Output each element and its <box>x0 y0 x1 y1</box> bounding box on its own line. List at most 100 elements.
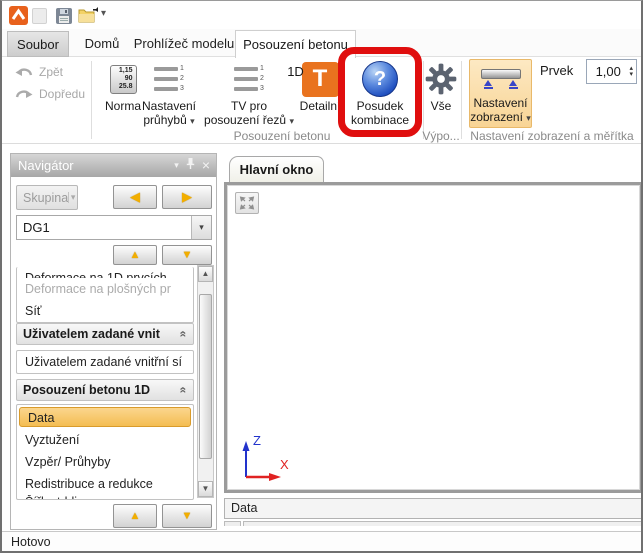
display-settings-button[interactable]: Nastavení zobrazení ▾ <box>469 59 532 128</box>
norma-icon-line: 90 <box>124 75 133 82</box>
collapse-chevron-icon[interactable]: « <box>177 387 191 394</box>
coordinate-axes: Z X <box>233 433 293 489</box>
display-settings-label: Nastavení zobrazení ▾ <box>470 96 531 124</box>
dropdown-arrow-icon[interactable]: ▾ <box>68 192 77 203</box>
ribbon-separator <box>91 61 92 139</box>
app-window: ▾ Soubor Domů Prohlížeč modelu Posouzení… <box>0 0 643 553</box>
group-label-posouzeni-betonu: Posouzení betonu <box>233 129 331 143</box>
calculate-all-label: Vše <box>430 99 452 113</box>
navigator-header: Navigátor ▾ × <box>11 154 216 177</box>
list-item[interactable]: Deformace na plošných pr <box>17 278 193 300</box>
tv-sections-label: TV pro posouzení řezů ▾ <box>204 99 294 127</box>
prvek-spinner[interactable]: 1,00 ▴ ▾ <box>586 59 637 84</box>
undo-button[interactable]: Zpět <box>14 65 63 79</box>
save-icon[interactable] <box>55 7 73 28</box>
navigator-menu-icon[interactable]: ▾ <box>174 160 179 171</box>
navigator-list-user-defined: Uživatelem zadané vnitřní sí <box>16 350 194 374</box>
norma-icon: 1,15 90 25.8 <box>109 64 137 94</box>
gear-icon <box>425 63 457 95</box>
up-arrow-icon: ▲ <box>129 510 141 522</box>
group-combobox[interactable]: DG1 ▾ <box>16 215 212 240</box>
redo-label: Dopředu <box>39 87 86 101</box>
undo-icon <box>15 68 33 76</box>
navigator-list-results: Deformace na 1D prvcích Deformace na plo… <box>16 267 194 323</box>
group-label-vypocet: Výpo... <box>422 129 460 143</box>
expand-arrows-icon <box>239 196 255 210</box>
ribbon: Zpět Dopředu 1,15 90 25.8 Norma 1 2 3 Na… <box>2 57 641 144</box>
detail-t-icon: T <box>301 61 339 97</box>
main-3d-canvas[interactable]: Z X <box>224 182 641 493</box>
nav-group-header-uzivatelem[interactable]: Uživatelem zadané vnit « <box>16 323 194 345</box>
tab-soubor[interactable]: Soubor <box>7 31 69 57</box>
nav-bottom-up-button[interactable]: ▲ <box>113 504 157 528</box>
down-arrow-icon: ▼ <box>181 249 193 261</box>
norma-icon-line: 25.8 <box>118 83 133 90</box>
open-folder-icon[interactable] <box>78 6 100 28</box>
beam-icon <box>480 69 521 89</box>
dropdown-arrow-icon: ▾ <box>526 113 531 123</box>
question-sphere-icon: ? <box>362 61 398 97</box>
spinner-down-icon[interactable]: ▾ <box>629 71 633 78</box>
title-bar: ▾ <box>2 1 641 29</box>
nav-next-button[interactable]: ▶ <box>162 185 212 209</box>
navigator-scrollbar[interactable]: ▲ ▼ <box>197 265 214 498</box>
hscroll-track[interactable] <box>243 521 641 526</box>
tab-domu[interactable]: Domů <box>74 31 130 57</box>
list-item[interactable]: Šířky trhlin <box>17 495 193 499</box>
group-label-nastaveni-zobrazeni: Nastavení zobrazení a měřítka <box>470 129 634 143</box>
nav-group-header-posouzeni[interactable]: Posouzení betonu 1D « <box>16 379 194 401</box>
list-item[interactable]: Redistribuce a redukce <box>17 473 193 495</box>
combobox-dropdown-icon[interactable]: ▾ <box>191 216 211 239</box>
check-combination-button[interactable]: ? Posudek kombinace <box>341 59 419 127</box>
pin-icon[interactable] <box>186 154 195 177</box>
nav-up-button[interactable]: ▲ <box>113 245 157 265</box>
scroll-up-button[interactable]: ▲ <box>198 266 213 282</box>
redo-button[interactable]: Dopředu <box>14 87 85 101</box>
scrollbar-thumb[interactable] <box>199 294 212 459</box>
hscroll-button[interactable] <box>224 521 241 526</box>
dropdown-arrow-icon: ▾ <box>190 116 195 126</box>
list-item-selected[interactable]: Data <box>19 407 191 427</box>
nav-down-button[interactable]: ▼ <box>162 245 212 265</box>
nav-bottom-down-button[interactable]: ▼ <box>162 504 212 528</box>
list-item[interactable]: Vyztužení <box>17 429 193 451</box>
deflection-settings-button[interactable]: 1 2 3 Nastavení průhybů ▾ <box>136 59 202 128</box>
prvek-value[interactable]: 1,00 <box>587 64 629 79</box>
detail-label: Detailní <box>299 99 341 113</box>
list-item[interactable]: Síť <box>17 300 193 322</box>
redo-icon <box>15 90 33 98</box>
axis-x-label: X <box>280 457 289 472</box>
calculate-all-button[interactable]: Vše <box>422 59 460 113</box>
dropdown-arrow-icon: ▾ <box>289 116 294 126</box>
down-arrow-icon: ▼ <box>181 510 193 522</box>
group-combobox-value: DG1 <box>23 220 50 235</box>
list-item[interactable]: Uživatelem zadané vnitřní sí <box>17 351 193 373</box>
scroll-down-button[interactable]: ▼ <box>198 481 213 497</box>
new-document-icon[interactable] <box>32 8 47 24</box>
main-window-tab[interactable]: Hlavní okno <box>229 156 324 182</box>
skupina-button[interactable]: Skupina ▾ <box>16 185 78 210</box>
prvek-label: Prvek <box>540 63 574 78</box>
norma-icon-line: 1,15 <box>118 67 133 74</box>
list-item[interactable]: Deformace na 1D prvcích <box>17 267 193 278</box>
right-arrow-icon: ▶ <box>182 189 192 204</box>
ribbon-separator <box>461 61 462 139</box>
ribbon-tab-row: Soubor Domů Prohlížeč modelu Posouzení b… <box>2 29 641 79</box>
up-arrow-icon: ▲ <box>129 249 141 261</box>
deflection-settings-label: Nastavení průhybů ▾ <box>141 99 197 127</box>
axis-z-label: Z <box>253 433 261 448</box>
quick-access-dropdown-icon[interactable]: ▾ <box>101 8 106 19</box>
list-item[interactable]: Vzpěr/ Průhyby <box>17 451 193 473</box>
nav-prev-button[interactable]: ◀ <box>113 185 157 209</box>
app-logo-icon[interactable] <box>9 6 28 25</box>
fit-view-button[interactable] <box>235 192 259 214</box>
tv-sections-button[interactable]: 1 2 3 TV pro posouzení řezů ▾ <box>204 59 294 128</box>
close-icon[interactable]: × <box>202 158 210 172</box>
tab-posouzeni-betonu-1d[interactable]: Posouzení betonu 1D <box>235 30 356 79</box>
collapse-chevron-icon[interactable]: « <box>177 331 191 338</box>
tab-prohlizec-modelu[interactable]: Prohlížeč modelu <box>132 31 236 57</box>
data-panel-header[interactable]: Data <box>224 498 641 519</box>
status-text: Hotovo <box>11 535 51 549</box>
skupina-label: Skupina <box>23 190 69 205</box>
status-bar: Hotovo <box>2 531 641 551</box>
